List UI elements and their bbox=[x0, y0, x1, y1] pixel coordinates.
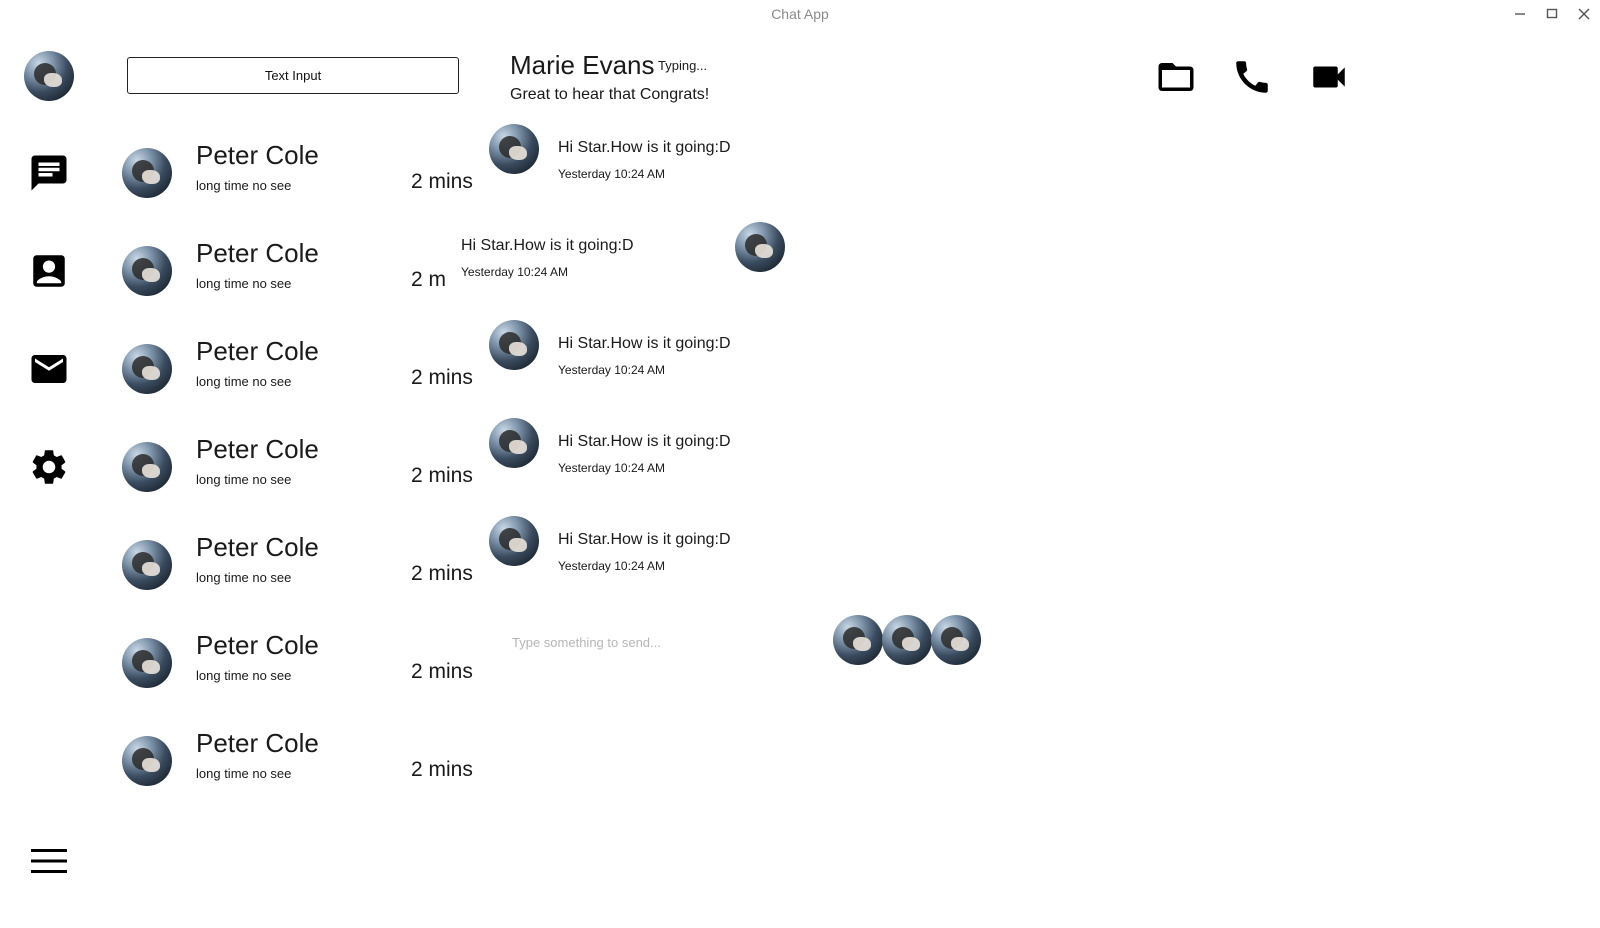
message-text: Hi Star.How is it going:D bbox=[461, 237, 634, 254]
contact-preview: long time no see bbox=[196, 276, 292, 291]
message-timestamp: Yesterday 10:24 AM bbox=[558, 363, 665, 377]
message-timestamp: Yesterday 10:24 AM bbox=[558, 167, 665, 181]
contact-item[interactable]: Peter Cole long time no see 2 mins bbox=[110, 420, 490, 518]
contact-avatar bbox=[122, 148, 172, 198]
contact-time: 2 mins bbox=[411, 660, 473, 683]
gear-icon[interactable] bbox=[28, 446, 70, 488]
contact-item[interactable]: Peter Cole long time no see 2 mins bbox=[110, 714, 490, 812]
contact-avatar bbox=[122, 442, 172, 492]
contact-time: 2 mins bbox=[411, 758, 473, 781]
chat-app-window: Chat App Peter Cole long time no see 2 bbox=[0, 0, 1600, 928]
contact-time: 2 mins bbox=[411, 366, 473, 389]
message-text: Hi Star.How is it going:D bbox=[558, 139, 731, 156]
chat-icon[interactable] bbox=[28, 152, 70, 194]
contact-avatar bbox=[122, 638, 172, 688]
contact-time: 2 mins bbox=[411, 464, 473, 487]
mail-icon[interactable] bbox=[28, 348, 70, 390]
contact-name: Peter Cole bbox=[196, 532, 319, 562]
contact-preview: long time no see bbox=[196, 766, 292, 781]
contact-name: Peter Cole bbox=[196, 728, 319, 758]
contact-time: 2 mins bbox=[411, 170, 473, 193]
contact-preview: long time no see bbox=[196, 668, 292, 683]
contact-time: 2 m bbox=[411, 268, 447, 291]
contact-preview: long time no see bbox=[196, 570, 292, 585]
contact-name: Peter Cole bbox=[196, 336, 319, 366]
window-title: Chat App bbox=[771, 6, 829, 22]
message-timestamp: Yesterday 10:24 AM bbox=[558, 461, 665, 475]
message-timestamp: Yesterday 10:24 AM bbox=[461, 265, 568, 279]
message-incoming: Hi Star.How is it going:D Yesterday 10:2… bbox=[489, 124, 809, 194]
message-avatar bbox=[489, 516, 539, 566]
contact-preview: long time no see bbox=[196, 178, 292, 193]
contact-item[interactable]: Peter Cole long time no see 2 mins bbox=[110, 616, 490, 714]
contact-item[interactable]: Peter Cole long time no see 2 mins bbox=[110, 322, 490, 420]
composer-avatar-button[interactable] bbox=[882, 615, 932, 665]
contact-avatar bbox=[122, 736, 172, 786]
user-avatar[interactable] bbox=[24, 51, 74, 101]
chat-status-text: Great to hear that Congrats! bbox=[510, 86, 710, 103]
message-input[interactable] bbox=[502, 628, 842, 656]
folder-icon[interactable] bbox=[1155, 56, 1197, 98]
phone-icon[interactable] bbox=[1231, 56, 1273, 98]
close-icon[interactable] bbox=[1572, 4, 1596, 24]
contact-name: Peter Cole bbox=[196, 238, 319, 268]
typing-indicator: Typing... bbox=[658, 58, 708, 73]
contact-name: Peter Cole bbox=[196, 630, 319, 660]
contact-card-icon[interactable] bbox=[28, 250, 70, 292]
message-incoming: Hi Star.How is it going:D Yesterday 10:2… bbox=[489, 516, 809, 586]
message-outgoing: Hi Star.How is it going:D Yesterday 10:2… bbox=[460, 222, 785, 292]
composer-avatar-button[interactable] bbox=[931, 615, 981, 665]
message-text: Hi Star.How is it going:D bbox=[558, 531, 731, 548]
message-text: Hi Star.How is it going:D bbox=[558, 335, 731, 352]
contact-avatar bbox=[122, 344, 172, 394]
message-timestamp: Yesterday 10:24 AM bbox=[558, 559, 665, 573]
maximize-icon[interactable] bbox=[1540, 4, 1564, 24]
video-camera-icon[interactable] bbox=[1308, 56, 1350, 98]
contact-time: 2 mins bbox=[411, 562, 473, 585]
contact-avatar bbox=[122, 246, 172, 296]
contact-name: Peter Cole bbox=[196, 434, 319, 464]
hamburger-menu-icon[interactable] bbox=[28, 840, 70, 882]
title-bar: Chat App bbox=[0, 0, 1600, 28]
message-incoming: Hi Star.How is it going:D Yesterday 10:2… bbox=[489, 418, 809, 488]
contact-name: Peter Cole bbox=[196, 140, 319, 170]
contact-item[interactable]: Peter Cole long time no see 2 mins bbox=[110, 518, 490, 616]
contact-preview: long time no see bbox=[196, 472, 292, 487]
composer-avatar-button[interactable] bbox=[833, 615, 883, 665]
contact-item[interactable]: Peter Cole long time no see 2 mins bbox=[110, 126, 490, 224]
contact-item[interactable]: Peter Cole long time no see 2 m bbox=[110, 224, 490, 322]
message-avatar bbox=[735, 222, 785, 272]
message-text: Hi Star.How is it going:D bbox=[558, 433, 731, 450]
contact-avatar bbox=[122, 540, 172, 590]
message-incoming: Hi Star.How is it going:D Yesterday 10:2… bbox=[489, 320, 809, 390]
message-avatar bbox=[489, 418, 539, 468]
minimize-icon[interactable] bbox=[1508, 4, 1532, 24]
search-input[interactable] bbox=[127, 57, 459, 94]
message-avatar bbox=[489, 124, 539, 174]
message-avatar bbox=[489, 320, 539, 370]
chat-contact-name: Marie Evans bbox=[510, 50, 655, 80]
contact-preview: long time no see bbox=[196, 374, 292, 389]
